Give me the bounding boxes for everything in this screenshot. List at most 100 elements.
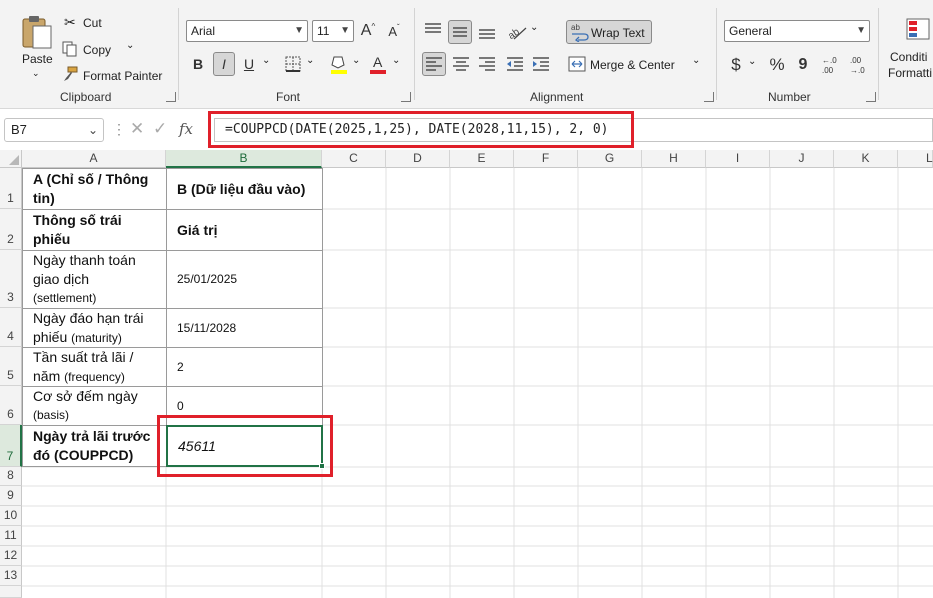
more-options-icon[interactable]: ⋮ <box>112 121 126 138</box>
copy-dropdown-icon[interactable]: ⌄ <box>126 40 134 51</box>
font-color-icon[interactable]: A <box>369 54 387 74</box>
row-header-4[interactable]: 4 <box>0 308 22 347</box>
alignment-launcher-icon[interactable] <box>704 92 714 102</box>
cell-a1[interactable]: A (Chỉ số / Thông tin) <box>22 168 167 210</box>
comma-button[interactable]: 9 <box>794 54 812 76</box>
row-header-1[interactable]: 1 <box>0 168 22 209</box>
align-center-icon[interactable] <box>450 53 472 75</box>
format-painter-button[interactable]: Format Painter <box>62 66 172 86</box>
cell-text-part: (maturity) <box>71 330 122 345</box>
column-header-e[interactable]: E <box>450 150 514 168</box>
row-header-8[interactable]: 8 <box>0 467 22 486</box>
row-header-5[interactable]: 5 <box>0 347 22 386</box>
cell-a2[interactable]: Thông số trái phiếu <box>22 209 167 251</box>
select-all-corner[interactable] <box>0 150 22 168</box>
underline-dropdown-icon[interactable]: ⌄ <box>262 55 270 66</box>
decrease-decimal-icon[interactable]: .00 →.0 <box>848 54 872 76</box>
align-top-icon[interactable] <box>422 20 444 42</box>
merge-center-button[interactable]: Merge & Center ⌄ <box>568 54 702 76</box>
align-middle-button[interactable] <box>448 20 472 44</box>
increase-decimal-icon[interactable]: ←.0 .00 <box>820 54 844 76</box>
align-right-icon[interactable] <box>476 53 498 75</box>
increase-indent-icon[interactable] <box>530 53 552 75</box>
column-header-l[interactable]: L <box>898 150 933 168</box>
cell-b1[interactable]: B (Dữ liệu đầu vào) <box>166 168 323 210</box>
row-header-9[interactable]: 9 <box>0 486 22 506</box>
svg-text:.00: .00 <box>822 66 834 75</box>
cell-text-line: phiếu (maturity) <box>33 328 144 348</box>
shrink-font-button[interactable]: Aˇ <box>384 20 404 42</box>
column-header-g[interactable]: G <box>578 150 642 168</box>
column-header-i[interactable]: I <box>706 150 770 168</box>
row-header-13[interactable]: 13 <box>0 566 22 586</box>
cell-text-part: phiếu <box>33 328 72 345</box>
enter-icon[interactable]: ✓ <box>153 119 167 139</box>
column-header-a[interactable]: A <box>22 150 166 168</box>
currency-dropdown-icon[interactable]: ⌄ <box>748 56 756 67</box>
currency-button[interactable]: $ <box>726 54 746 76</box>
chevron-down-icon[interactable]: ⌄ <box>88 119 98 141</box>
cell-a3[interactable]: Ngày thanh toán giao dịch (settlement) <box>22 250 167 309</box>
column-header-b[interactable]: B <box>166 150 322 168</box>
column-header-j[interactable]: J <box>770 150 834 168</box>
name-box[interactable]: B7 ⌄ <box>4 118 104 142</box>
cell-b2[interactable]: Giá trị <box>166 209 323 251</box>
row-header-7[interactable]: 7 <box>0 425 22 467</box>
row-number: 3 <box>7 290 14 304</box>
column-header-f[interactable]: F <box>514 150 578 168</box>
conditional-formatting-label-1: Conditi <box>890 50 928 64</box>
row-header-14[interactable] <box>0 586 22 598</box>
column-header-k[interactable]: K <box>834 150 898 168</box>
cell-b4[interactable]: 15/11/2028 <box>166 308 323 348</box>
row-header-3[interactable]: 3 <box>0 250 22 308</box>
number-launcher-icon[interactable] <box>866 92 876 102</box>
italic-button[interactable]: I <box>213 52 235 76</box>
copy-button[interactable]: Copy ⌄ <box>62 40 142 60</box>
insert-function-button[interactable]: fx <box>179 120 193 138</box>
row-header-2[interactable]: 2 <box>0 209 22 250</box>
cell-b3[interactable]: 25/01/2025 <box>166 250 323 309</box>
underline-button[interactable]: U <box>239 52 259 76</box>
cancel-icon[interactable]: ✕ <box>130 119 144 139</box>
font-name-select[interactable]: Arial ▼ <box>186 20 308 42</box>
font-color-dropdown-icon[interactable]: ⌄ <box>392 55 400 66</box>
cell-text-line: giao dịch <box>33 271 90 287</box>
cell-a6[interactable]: Cơ sở đếm ngày (basis) <box>22 386 167 426</box>
column-header-h[interactable]: H <box>642 150 706 168</box>
row-number: 7 <box>6 449 14 463</box>
fill-color-dropdown-icon[interactable]: ⌄ <box>352 55 360 66</box>
column-header-d[interactable]: D <box>386 150 450 168</box>
row-header-12[interactable]: 12 <box>0 546 22 566</box>
decrease-indent-icon[interactable] <box>504 53 526 75</box>
paste-button[interactable]: Paste ⌄ <box>14 14 60 84</box>
merge-dropdown-icon[interactable]: ⌄ <box>692 55 700 66</box>
cell-a5[interactable]: Tần suất trả lãi / năm (frequency) <box>22 347 167 387</box>
borders-dropdown-icon[interactable]: ⌄ <box>306 55 314 66</box>
conditional-formatting-button[interactable]: Conditi Formatti <box>884 18 933 84</box>
font-size-select[interactable]: 11 ▼ <box>312 20 354 42</box>
orientation-icon[interactable]: ab <box>506 20 528 42</box>
paste-dropdown-icon[interactable]: ⌄ <box>32 68 40 79</box>
align-bottom-icon[interactable] <box>476 20 498 42</box>
font-launcher-icon[interactable] <box>401 92 411 102</box>
scissors-icon: ✂ <box>64 14 76 30</box>
row-header-11[interactable]: 11 <box>0 526 22 546</box>
row-header-10[interactable]: 10 <box>0 506 22 526</box>
column-header-c[interactable]: C <box>322 150 386 168</box>
percent-button[interactable]: % <box>766 54 788 76</box>
align-left-button[interactable] <box>422 52 446 76</box>
cell-a4[interactable]: Ngày đáo hạn trái phiếu (maturity) <box>22 308 167 348</box>
cut-button[interactable]: ✂ Cut <box>62 14 132 34</box>
orientation-dropdown-icon[interactable]: ⌄ <box>530 22 538 33</box>
wrap-text-button[interactable]: ab Wrap Text <box>566 20 652 44</box>
row-header-6[interactable]: 6 <box>0 386 22 425</box>
divider <box>716 8 717 100</box>
clipboard-launcher-icon[interactable] <box>166 92 176 102</box>
number-format-select[interactable]: General ▼ <box>724 20 870 42</box>
cell-b5[interactable]: 2 <box>166 347 323 387</box>
bold-button[interactable]: B <box>188 52 208 76</box>
borders-icon[interactable] <box>285 56 301 72</box>
fill-color-icon[interactable] <box>330 54 348 74</box>
cell-a7[interactable]: Ngày trả lãi trước đó (COUPPCD) <box>22 425 167 467</box>
grow-font-button[interactable]: A ^ <box>358 20 378 42</box>
